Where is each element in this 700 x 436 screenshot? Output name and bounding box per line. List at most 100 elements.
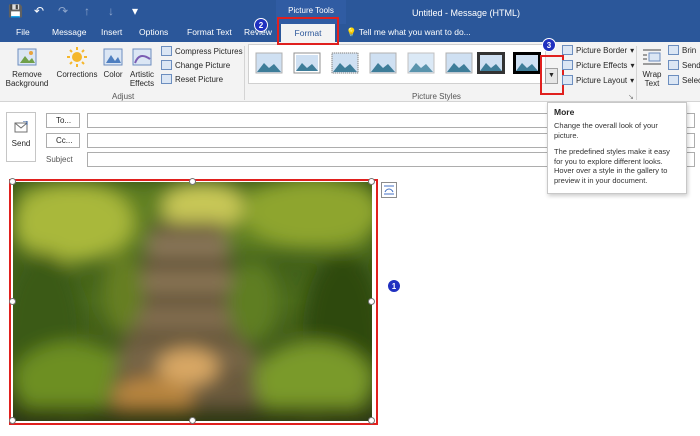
more-tooltip: More Change the overall look of your pic… xyxy=(547,102,687,194)
tab-insert[interactable]: Insert xyxy=(101,27,122,37)
picture-style-icon xyxy=(407,52,435,74)
reset-picture-label: Reset Picture xyxy=(175,74,224,84)
picture-layout-icon xyxy=(562,75,573,85)
sun-icon xyxy=(67,47,87,67)
reset-picture-icon xyxy=(161,74,172,84)
compress-pictures-button[interactable]: Compress Pictures xyxy=(161,46,243,56)
color-button[interactable]: Color xyxy=(100,46,126,79)
picture-layout-button[interactable]: Picture Layout ▾ xyxy=(562,75,634,85)
picture-layout-label: Picture Layout xyxy=(576,75,628,85)
ribbon-tab-bar: File Message Insert Options Format Text … xyxy=(0,24,700,43)
picture-style-6[interactable] xyxy=(445,52,473,74)
undo-icon[interactable]: ↶ xyxy=(32,4,46,18)
picture-border-label: Picture Border xyxy=(576,45,628,55)
group-separator xyxy=(244,46,245,100)
color-picture-icon xyxy=(103,48,123,66)
corrections-button[interactable]: Corrections xyxy=(54,46,100,79)
tab-options[interactable]: Options xyxy=(139,27,168,37)
reset-picture-button[interactable]: Reset Picture xyxy=(161,74,223,84)
up-icon[interactable]: ↑ xyxy=(80,4,94,18)
send-label: Send xyxy=(11,139,31,148)
dropdown-arrow-icon: ▾ xyxy=(630,75,635,85)
artistic-effects-icon xyxy=(132,48,152,66)
send-button[interactable]: Send xyxy=(6,112,36,162)
compress-pictures-label: Compress Pictures xyxy=(175,46,243,56)
color-label: Color xyxy=(103,70,123,79)
picture-style-3[interactable] xyxy=(331,52,359,74)
artistic-effects-button[interactable]: Artistic Effects xyxy=(126,46,158,88)
picture-style-icon xyxy=(293,52,321,74)
selection-pane-button[interactable]: Selec xyxy=(668,75,700,85)
cc-button[interactable]: Cc... xyxy=(46,133,80,148)
down-icon[interactable]: ↓ xyxy=(104,4,118,18)
picture-style-4[interactable] xyxy=(369,52,397,74)
subject-label: Subject xyxy=(46,155,73,164)
resize-handle-bottom[interactable] xyxy=(189,417,196,424)
layout-options-button[interactable] xyxy=(381,182,397,198)
picture-style-icon xyxy=(477,52,505,74)
change-picture-button[interactable]: Change Picture xyxy=(161,60,230,70)
save-icon[interactable]: 💾 xyxy=(8,4,23,18)
tell-me-search[interactable]: 💡 Tell me what you want to do... xyxy=(346,27,471,38)
resize-handle-bottom-left[interactable] xyxy=(9,417,16,424)
dialog-launcher-icon[interactable]: ↘ xyxy=(628,93,634,101)
bring-forward-icon xyxy=(668,45,679,55)
send-backward-icon xyxy=(668,60,679,70)
picture-effects-label: Picture Effects xyxy=(576,60,628,70)
resize-handle-top[interactable] xyxy=(189,178,196,185)
bring-forward-label: Brin xyxy=(682,45,697,55)
selection-pane-label: Selec xyxy=(682,75,700,85)
picture-style-icon xyxy=(331,52,359,74)
tab-file[interactable]: File xyxy=(16,27,30,37)
picture-effects-icon xyxy=(562,60,573,70)
send-mail-icon xyxy=(14,121,28,133)
picture-style-5[interactable] xyxy=(407,52,435,74)
picture-effects-button[interactable]: Picture Effects ▾ xyxy=(562,60,634,70)
step-badge-1: 1 xyxy=(387,279,401,293)
resize-handle-top-right[interactable] xyxy=(368,178,375,185)
picture-styles-group-label: Picture Styles xyxy=(412,92,461,101)
wrap-text-label: Wrap Text xyxy=(642,70,662,88)
resize-handle-bottom-right[interactable] xyxy=(368,417,375,424)
wrap-text-icon xyxy=(643,49,661,65)
selection-pane-icon xyxy=(668,75,679,85)
picture-style-icon xyxy=(255,52,283,74)
bring-forward-button[interactable]: Brin xyxy=(668,45,696,55)
picture-style-7[interactable] xyxy=(477,52,505,74)
dropdown-arrow-icon: ▾ xyxy=(630,45,635,55)
resize-handle-top-left[interactable] xyxy=(9,178,16,185)
tooltip-title: More xyxy=(554,107,575,117)
picture-border-icon xyxy=(562,45,573,55)
picture-highlight xyxy=(9,179,378,425)
picture-border-button[interactable]: Picture Border ▾ xyxy=(562,45,634,55)
compress-icon xyxy=(161,46,172,56)
to-button[interactable]: To... xyxy=(46,113,80,128)
tooltip-line-1: Change the overall look of your picture. xyxy=(554,121,658,140)
title-bar: 💾 ↶ ↷ ↑ ↓ ▾ Picture Tools Untitled - Mes… xyxy=(0,0,700,24)
resize-handle-left[interactable] xyxy=(9,298,16,305)
picture-style-icon xyxy=(513,52,541,74)
tab-format-text[interactable]: Format Text xyxy=(187,27,232,37)
format-tab-highlight xyxy=(277,17,339,45)
picture-style-1[interactable] xyxy=(255,52,283,74)
group-separator xyxy=(636,46,637,100)
artistic-effects-label: Artistic Effects xyxy=(129,70,155,88)
wrap-text-button[interactable]: Wrap Text xyxy=(638,46,666,88)
resize-handle-right[interactable] xyxy=(368,298,375,305)
picture-style-icon xyxy=(369,52,397,74)
customize-icon[interactable]: ▾ xyxy=(128,4,142,18)
tab-message[interactable]: Message xyxy=(52,27,87,37)
send-backward-button[interactable]: Send xyxy=(668,60,700,70)
remove-background-icon xyxy=(17,48,37,66)
quick-access-toolbar: 💾 ↶ ↷ ↑ ↓ ▾ xyxy=(8,4,142,18)
picture-styles-gallery[interactable] xyxy=(248,44,546,84)
window-title: Untitled - Message (HTML) xyxy=(412,8,521,18)
picture-style-8[interactable] xyxy=(513,52,541,74)
remove-background-button[interactable]: Remove Background xyxy=(4,46,50,88)
corrections-label: Corrections xyxy=(56,70,98,79)
redo-icon[interactable]: ↷ xyxy=(56,4,70,18)
send-backward-label: Send xyxy=(682,60,700,70)
picture-style-2[interactable] xyxy=(293,52,321,74)
tooltip-line-2: The predefined styles make it easy for y… xyxy=(554,147,670,185)
layout-options-icon xyxy=(384,185,394,195)
